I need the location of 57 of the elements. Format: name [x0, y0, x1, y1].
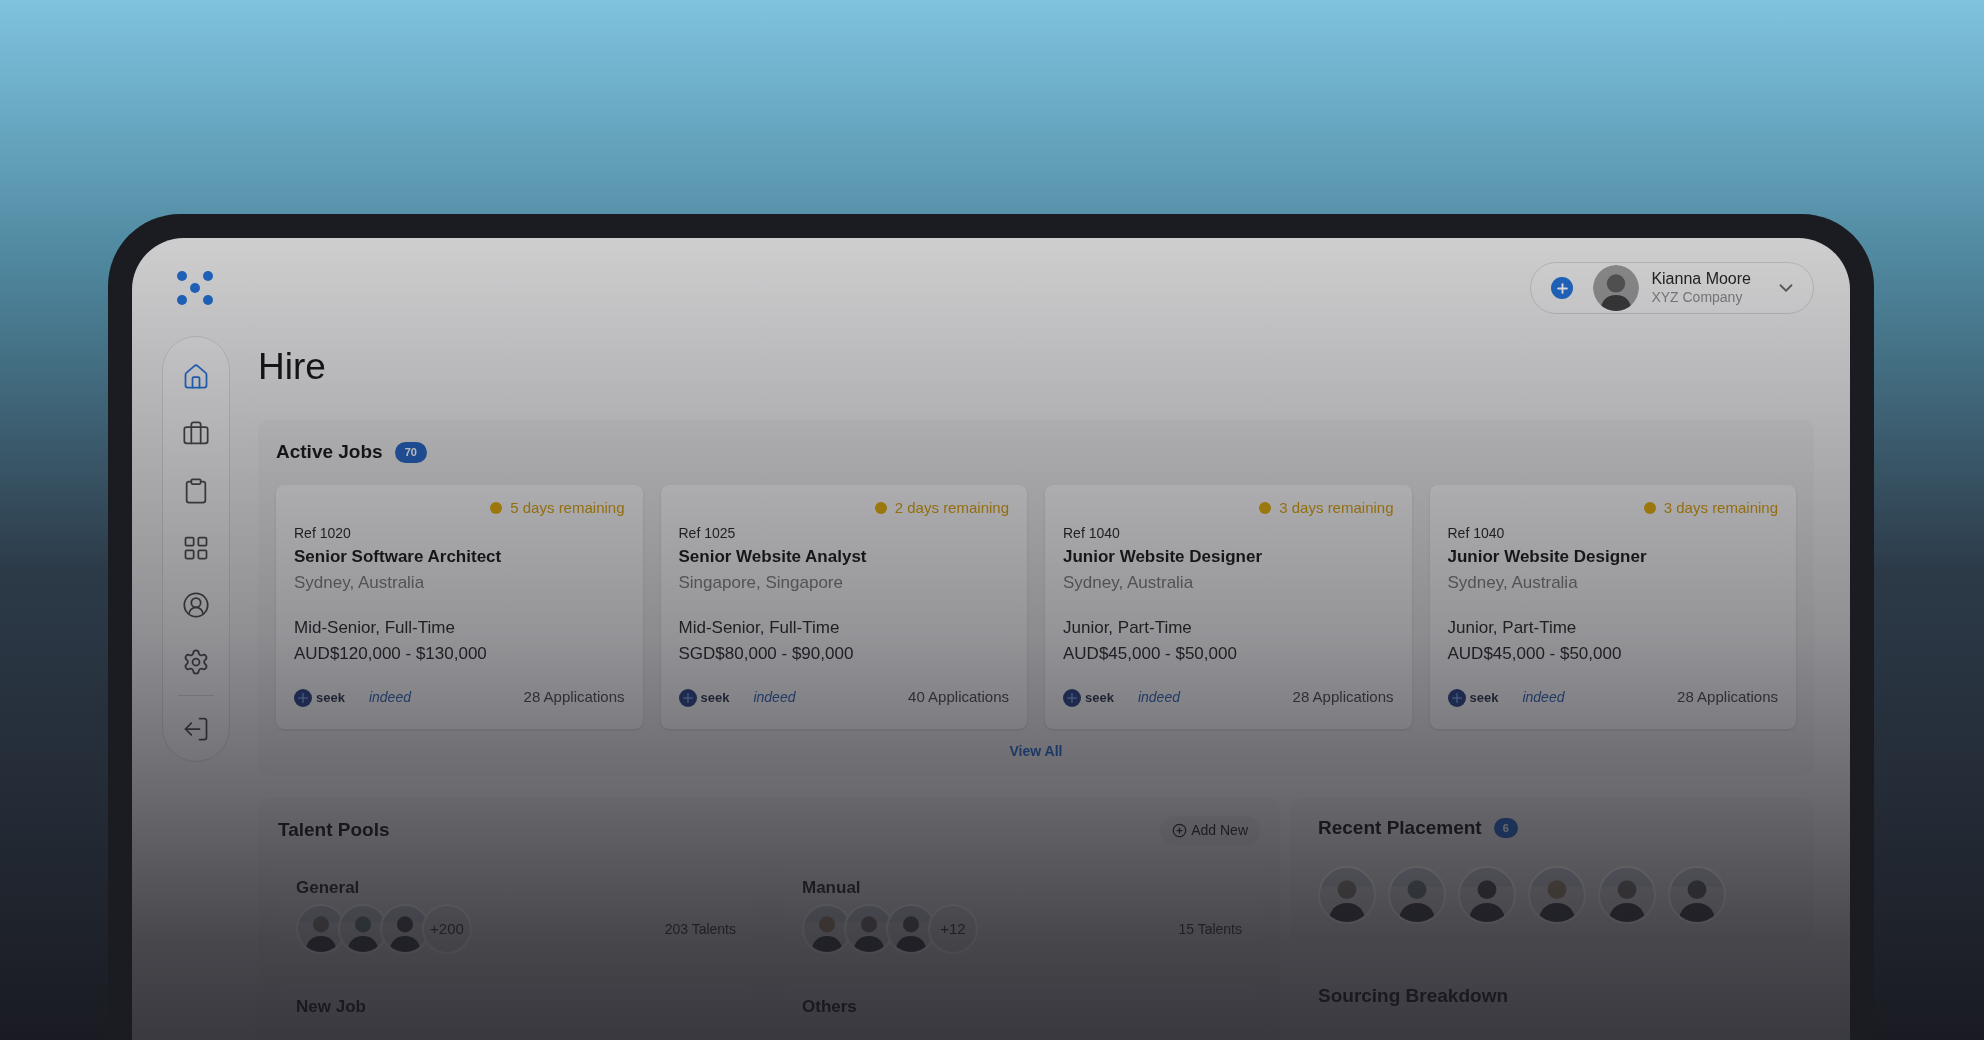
days-remaining: 2 days remaining	[894, 497, 1009, 518]
add-icon[interactable]	[1551, 277, 1574, 299]
job-card[interactable]: 3 days remaining Ref 1040 Junior Website Designer Sydney, Australia Junior, Part-Time AUD$45,000 - $50,000 seek indeed 28 Applications	[1045, 484, 1412, 729]
applications-count: 28 Applications	[523, 687, 625, 708]
job-salary: AUD$45,000 - $50,000	[1063, 642, 1238, 665]
indeed-logo: indeed	[1522, 688, 1565, 707]
indeed-logo: indeed	[753, 688, 796, 707]
job-location: Sydney, Australia	[1063, 571, 1195, 594]
job-location: Sydney, Australia	[294, 571, 426, 594]
seek-logo: seek	[294, 687, 345, 708]
logo-icon	[176, 270, 214, 306]
job-title: Senior Website Analyst	[678, 546, 868, 569]
applications-count: 28 Applications	[1292, 687, 1394, 708]
pool-name: General	[296, 876, 361, 899]
job-salary: AUD$45,000 - $50,000	[1447, 642, 1623, 665]
job-card[interactable]: 5 days remaining Ref 1020 Senior Software Architect Sydney, Australia Mid-Senior, Full-Time AUD$120,000 - $130,000 seek indeed 28 Applications	[276, 484, 643, 729]
view-all-link[interactable]: View All	[1009, 740, 1063, 762]
job-level: Junior, Part-Time	[1447, 617, 1578, 640]
job-card[interactable]: 3 days remaining Ref 1040 Junior Website Designer Sydney, Australia Junior, Part-Time AUD$45,000 - $50,000 seek indeed 28 Applications	[1429, 484, 1796, 729]
seek-logo: seek	[678, 687, 730, 708]
seek-logo: seek	[1447, 687, 1499, 708]
section-title: Talent Pools	[278, 818, 390, 842]
job-location: Singapore, Singapore	[678, 571, 844, 594]
job-level: Mid-Senior, Full-Time	[294, 617, 456, 640]
count-badge: 70	[394, 442, 427, 463]
count-badge: 6	[1493, 817, 1518, 839]
company-name: XYZ Company	[1651, 289, 1744, 307]
job-ref: Ref 1040	[1063, 524, 1121, 544]
job-salary: AUD$120,000 - $130,000	[294, 642, 488, 665]
days-remaining: 5 days remaining	[510, 497, 625, 518]
section-title: Recent Placement	[1318, 815, 1482, 840]
user-name: Kianna Moore	[1651, 269, 1751, 290]
job-title: Junior Website Designer	[1063, 546, 1263, 569]
applications-count: 28 Applications	[1677, 687, 1778, 708]
job-level: Junior, Part-Time	[1063, 617, 1193, 640]
job-title: Senior Software Architect	[294, 546, 503, 569]
job-ref: Ref 1020	[294, 524, 352, 544]
add-icon	[1172, 822, 1188, 838]
job-ref: Ref 1025	[678, 524, 737, 544]
indeed-logo: indeed	[1137, 688, 1180, 707]
days-remaining: 3 days remaining	[1663, 497, 1778, 518]
applications-count: 40 Applications	[908, 687, 1009, 708]
add-new-button[interactable]: Add New	[1160, 815, 1260, 845]
user-avatar	[1593, 265, 1640, 311]
job-location: Sydney, Australia	[1447, 571, 1579, 594]
section-title: Active Jobs	[276, 440, 383, 465]
days-remaining: 3 days remaining	[1279, 497, 1394, 518]
seek-logo: seek	[1063, 687, 1114, 708]
job-level: Mid-Senior, Full-Time	[678, 617, 841, 640]
pool-name: Manual	[802, 876, 862, 899]
job-salary: SGD$80,000 - $90,000	[678, 642, 855, 665]
job-title: Junior Website Designer	[1447, 546, 1648, 569]
job-ref: Ref 1040	[1447, 524, 1506, 544]
user-menu[interactable]: Kianna Moore XYZ Company	[1530, 262, 1814, 314]
job-card[interactable]: 2 days remaining Ref 1025 Senior Website Analyst Singapore, Singapore Mid-Senior, Full-Time SGD$80,000 - $90,000 seek indeed 40 Applications	[660, 484, 1027, 729]
indeed-logo: indeed	[368, 688, 411, 707]
page-title: Hire	[258, 345, 327, 389]
